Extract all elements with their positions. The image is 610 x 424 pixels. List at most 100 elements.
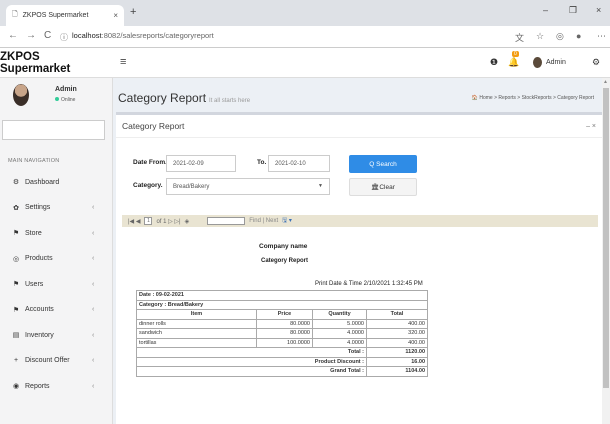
chevron-left-icon: ‹ [92, 382, 95, 390]
cell-item: sandwich [136, 328, 257, 339]
chevron-left-icon: ‹ [92, 229, 95, 237]
report-viewer-toolbar: |◀ ◀ 1 of 1 ▷ ▷| ◈ Find | Next 🖫 ▾ [122, 215, 598, 227]
cell-price: 100.0000 [256, 337, 313, 348]
search-button[interactable]: Q Search [349, 155, 417, 173]
star-icon[interactable]: ☆ [536, 31, 544, 42]
sidebar-toggle-icon[interactable]: ≡ [120, 56, 126, 68]
export-icon[interactable]: 🖫 ▾ [282, 216, 292, 226]
cell-total: 320.00 [366, 328, 428, 339]
sidebar-item-settings[interactable]: ✿ Settings ‹ [0, 198, 113, 218]
first-prev-page-icon[interactable]: |◀ ◀ [128, 218, 140, 225]
company-name: Company name [259, 243, 308, 250]
browser-menu-icon[interactable]: ⋯ [597, 31, 606, 42]
clear-button[interactable]: 🏛Clear [349, 178, 417, 196]
total-row: Total :1120.00 [136, 347, 428, 358]
report-category: Category : Bread/Bakery [136, 299, 428, 310]
sidebar-item-dashboard[interactable]: ⚙ Dashboard [0, 172, 113, 192]
page-icon: 🗋 [12, 11, 18, 18]
date-from-input[interactable]: 2021-02-09 [166, 155, 236, 172]
cell-price: 80.0000 [256, 328, 313, 339]
cell-quantity: 4.0000 [312, 328, 367, 339]
settings-gear-icon[interactable]: ⚙ [592, 57, 600, 68]
total-label: Total : [136, 347, 367, 358]
notification-bell-icon[interactable]: 🔔 [508, 57, 519, 68]
sidebar-item-icon: ▤ [12, 332, 20, 339]
address-bar-row: ← → C ⓘ localhost:8082/salesreports/cate… [0, 26, 610, 48]
header-avatar[interactable] [533, 57, 542, 68]
print-date: Print Date & Time 2/10/2021 1:32:45 PM [315, 281, 423, 287]
discount-row: Product Discount :16.00 [136, 356, 428, 367]
scroll-up-icon[interactable]: ▲ [603, 79, 608, 85]
sidebar-item-inventory[interactable]: ▤ Inventory ‹ [0, 325, 113, 345]
header-row: Item Price Quantity Total [136, 309, 428, 320]
back-to-parent-icon[interactable]: ◈ [185, 218, 190, 225]
sidebar-item-label: Store [25, 229, 42, 237]
sidebar-item-accounts[interactable]: ⚑ Accounts ‹ [0, 300, 113, 320]
tab-bar: 🗋 ZKPOS Supermarket × + – ❐ × [0, 0, 610, 26]
chevron-left-icon: ‹ [92, 204, 95, 211]
sidebar-item-products[interactable]: ◎ Products ‹ [0, 249, 113, 269]
cell-total: 400.00 [366, 318, 428, 329]
profile-icon[interactable]: ● [576, 31, 581, 41]
site-info-icon[interactable]: ⓘ [60, 32, 68, 43]
page-scrollbar[interactable]: ▲ [602, 78, 610, 424]
sidebar-item-icon: ⚑ [12, 230, 20, 237]
sidebar-item-label: Settings [25, 204, 51, 211]
sidebar-item-icon: ◉ [12, 383, 20, 390]
sidebar-item-icon: + [13, 357, 19, 364]
window-close-button[interactable]: × [596, 5, 601, 15]
tab-close-icon[interactable]: × [113, 11, 118, 20]
translate-icon[interactable]: 文 [515, 31, 524, 44]
breadcrumb[interactable]: 🏠 Home > Reports > StockReports > Catego… [472, 95, 594, 101]
chevron-left-icon: ‹ [92, 306, 95, 313]
date-row: Date : 09-02-2021 [136, 290, 428, 301]
app-logo[interactable]: ZKPOS Supermarket [0, 48, 113, 78]
sidebar-item-label: Inventory [25, 331, 54, 339]
new-tab-button[interactable]: + [130, 6, 136, 18]
chevron-left-icon: ‹ [92, 331, 95, 339]
reload-button[interactable]: C [44, 30, 51, 41]
sidebar-item-icon: ⚙ [12, 179, 20, 186]
sidebar-item-icon: ✿ [13, 204, 19, 212]
maximize-button[interactable]: ❐ [569, 5, 577, 16]
date-to-label: To. [257, 159, 267, 166]
chevron-left-icon: ‹ [92, 255, 95, 262]
find-input[interactable] [207, 217, 246, 225]
find-next-link[interactable]: Find | Next [249, 218, 278, 224]
sidebar-item-store[interactable]: ⚑ Store ‹ [0, 223, 113, 243]
back-button[interactable]: ← [8, 30, 18, 41]
sidebar-item-label: Products [25, 255, 53, 262]
forward-button[interactable]: → [26, 30, 36, 41]
page-of-next-last[interactable]: of 1 ▷ ▷| [156, 218, 180, 225]
sidebar-item-reports[interactable]: ◉ Reports ‹ [0, 376, 113, 396]
col-quantity-header: Quantity [312, 309, 367, 320]
browser-tab[interactable]: 🗋 ZKPOS Supermarket × [6, 5, 124, 26]
url-field[interactable]: localhost:8082/salesreports/categoryrepo… [72, 31, 214, 40]
category-select[interactable]: Bread/Bakery ▼ [166, 178, 330, 195]
sidebar-item-discount-offer[interactable]: + Discount Offer ‹ [0, 351, 113, 371]
box-title: Category Report [122, 121, 185, 131]
date-to-input[interactable]: 2021-02-10 [268, 155, 330, 172]
chevron-down-icon: ▼ [318, 183, 323, 189]
url-host: localhost [72, 31, 102, 40]
col-price-header: Price [256, 309, 313, 320]
info-icon[interactable]: ❶ [490, 57, 498, 68]
table-row: tortillas 100.0000 4.0000 400.00 [136, 337, 428, 348]
sidebar-item-users[interactable]: ⚑ Users ‹ [0, 274, 113, 294]
box-tools[interactable]: – × [586, 123, 596, 130]
extension-icon[interactable]: ◎ [556, 31, 564, 42]
app-header: ZKPOS Supermarket ≡ ❶ 🔔 0 Admin ⚙ [0, 48, 610, 78]
report-table: Date : 09-02-2021 Category : Bread/Baker… [136, 290, 428, 377]
report-box: Category Report – × Date From. 2021-02-0… [116, 112, 602, 424]
cell-total: 400.00 [366, 337, 428, 348]
divider [116, 137, 602, 138]
header-user-name[interactable]: Admin [546, 59, 566, 66]
chevron-left-icon: ‹ [92, 357, 95, 364]
minimize-button[interactable]: – [543, 5, 548, 15]
sidebar-search-input[interactable] [2, 120, 105, 140]
scrollbar-thumb[interactable] [603, 88, 609, 388]
cell-quantity: 5.0000 [312, 318, 367, 329]
sidebar-item-icon: ⚑ [12, 306, 20, 314]
tab-title: ZKPOS Supermarket [22, 12, 89, 19]
page-number-input[interactable]: 1 [144, 217, 153, 225]
